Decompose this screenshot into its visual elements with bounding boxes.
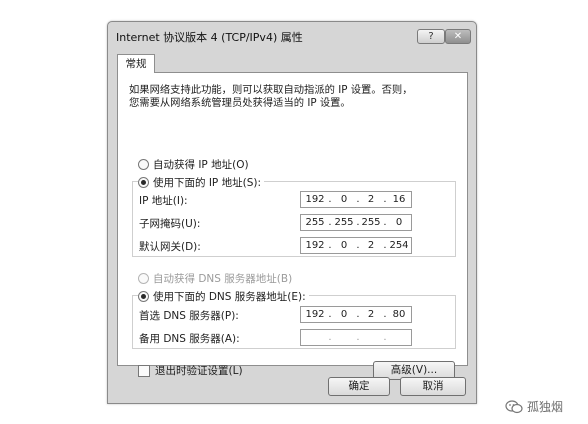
cancel-button[interactable]: 取消 xyxy=(400,377,466,396)
radio-button[interactable] xyxy=(138,159,149,170)
ip-octet: 2 xyxy=(367,309,375,320)
ip-octet: 0 xyxy=(340,194,348,205)
alternate-dns-label: 备用 DNS 服务器(A): xyxy=(139,333,240,345)
watermark-text: 孤独烟 xyxy=(527,400,564,414)
ip-address-field[interactable]: 192 . 0 . 2 . 16 xyxy=(300,191,412,208)
manual-dns-label: 使用下面的 DNS 服务器地址(E): xyxy=(153,291,306,303)
tab-general[interactable]: 常规 xyxy=(117,54,155,73)
radio-button-selected[interactable] xyxy=(138,291,149,302)
ip-octet: 0 xyxy=(340,309,348,320)
alternate-dns-field[interactable]: . . . xyxy=(300,329,412,346)
ok-button[interactable]: 确定 xyxy=(328,377,390,396)
ip-dot: . xyxy=(383,332,387,343)
validate-on-exit-checkbox[interactable]: 退出时验证设置(L) xyxy=(138,363,243,378)
ip-octet: 0 xyxy=(395,217,403,228)
ip-dot: . xyxy=(356,332,360,343)
close-button[interactable]: ✕ xyxy=(445,29,471,44)
default-gateway-field[interactable]: 192 . 0 . 2 . 254 xyxy=(300,237,412,254)
auto-ip-label: 自动获得 IP 地址(O) xyxy=(153,159,249,171)
subnet-mask-field[interactable]: 255 . 255 . 255 . 0 xyxy=(300,214,412,231)
tcpip-properties-dialog: Internet 协议版本 4 (TCP/IPv4) 属性 ? ✕ 常规 如果网… xyxy=(107,21,477,404)
radio-button-disabled[interactable] xyxy=(138,273,149,284)
ip-octet: 254 xyxy=(389,240,409,251)
ip-octet: 2 xyxy=(367,194,375,205)
manual-ip-label: 使用下面的 IP 地址(S): xyxy=(153,177,261,189)
help-button[interactable]: ? xyxy=(417,29,445,44)
ip-octet: 80 xyxy=(392,309,406,320)
ip-dot: . xyxy=(328,332,332,343)
description-text: 如果网络支持此功能，则可以获取自动指派的 IP 设置。否则， 您需要从网络系统管… xyxy=(129,84,459,110)
ip-octet: 192 xyxy=(305,194,325,205)
ip-octet: 192 xyxy=(305,240,325,251)
description-line: 如果网络支持此功能，则可以获取自动指派的 IP 设置。否则， xyxy=(129,84,413,96)
ip-octet: 255 xyxy=(334,217,354,228)
manual-dns-radio[interactable]: 使用下面的 DNS 服务器地址(E): xyxy=(138,289,309,304)
wechat-icon xyxy=(505,399,523,413)
auto-ip-radio[interactable]: 自动获得 IP 地址(O) xyxy=(138,157,249,172)
manual-ip-radio[interactable]: 使用下面的 IP 地址(S): xyxy=(138,175,264,190)
title-bar[interactable]: Internet 协议版本 4 (TCP/IPv4) 属性 ? ✕ xyxy=(108,22,476,48)
radio-button-selected[interactable] xyxy=(138,177,149,188)
ip-octet: 255 xyxy=(361,217,381,228)
ip-octet: 255 xyxy=(305,217,325,228)
ip-octet: 16 xyxy=(392,194,406,205)
ip-address-label: IP 地址(I): xyxy=(139,195,188,207)
general-tab-panel: 如果网络支持此功能，则可以获取自动指派的 IP 设置。否则， 您需要从网络系统管… xyxy=(117,72,468,380)
description-line: 您需要从网络系统管理员处获得适当的 IP 设置。 xyxy=(129,97,351,109)
default-gateway-label: 默认网关(D): xyxy=(139,241,201,253)
watermark: 孤独烟 xyxy=(505,398,563,415)
ip-octet: 0 xyxy=(340,240,348,251)
validate-on-exit-label: 退出时验证设置(L) xyxy=(155,365,243,377)
auto-dns-label: 自动获得 DNS 服务器地址(B) xyxy=(153,273,293,285)
checkbox-box[interactable] xyxy=(138,364,150,377)
ip-octet: 192 xyxy=(305,309,325,320)
ip-octet: 2 xyxy=(367,240,375,251)
window-title: Internet 协议版本 4 (TCP/IPv4) 属性 xyxy=(116,31,303,44)
preferred-dns-label: 首选 DNS 服务器(P): xyxy=(139,310,239,322)
preferred-dns-field[interactable]: 192 . 0 . 2 . 80 xyxy=(300,306,412,323)
subnet-mask-label: 子网掩码(U): xyxy=(139,218,201,230)
auto-dns-radio[interactable]: 自动获得 DNS 服务器地址(B) xyxy=(138,271,292,286)
